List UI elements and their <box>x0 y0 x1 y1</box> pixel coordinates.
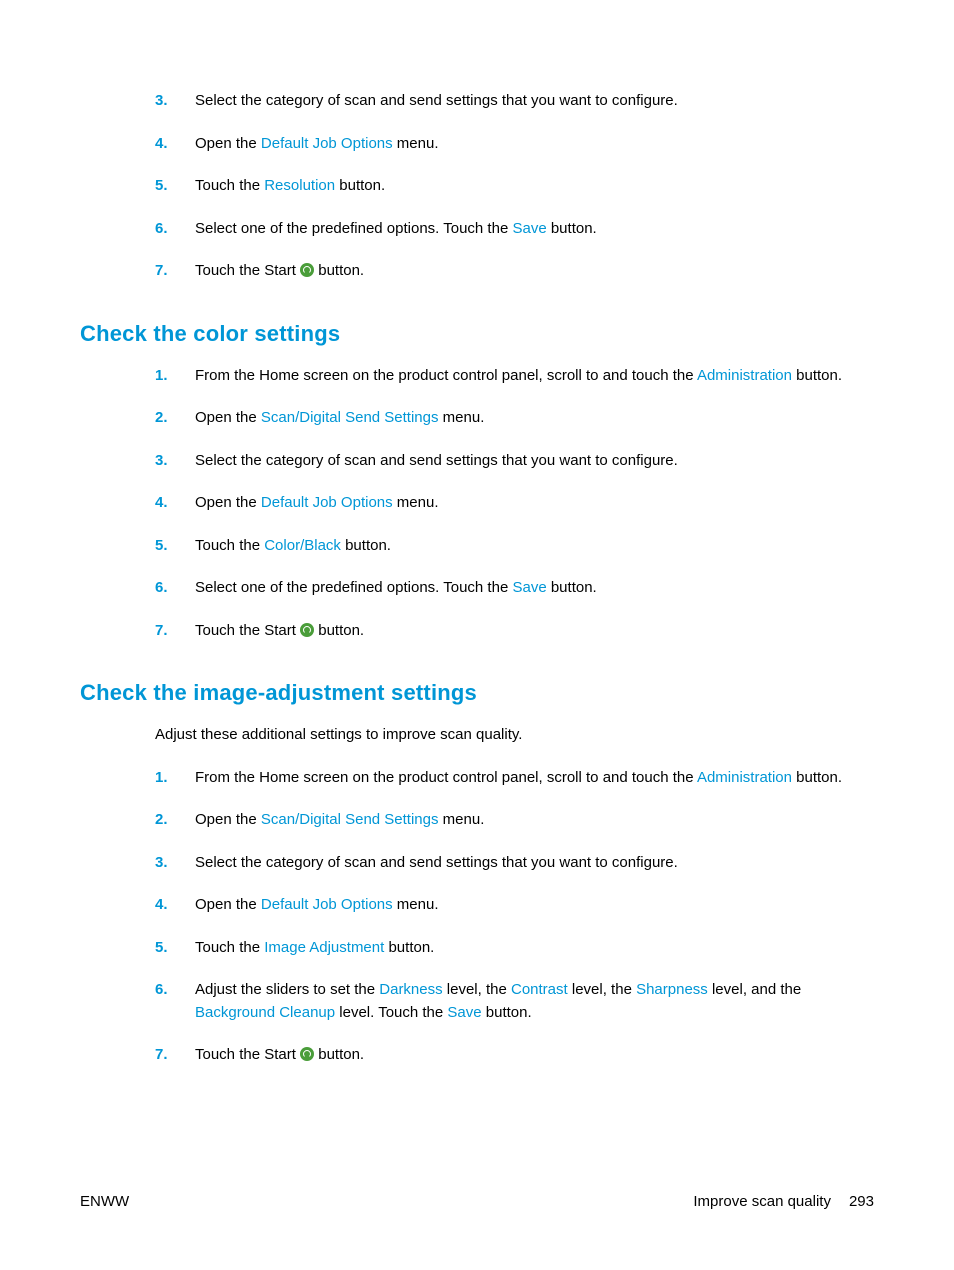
text: Open the <box>195 896 261 913</box>
list-item: Open the Default Job Options menu. <box>155 492 874 515</box>
text: Touch the <box>195 537 264 554</box>
list-item: Touch the Start button. <box>155 260 874 283</box>
ui-term: Save <box>512 220 546 237</box>
section0-list: Select the category of scan and send set… <box>155 90 874 283</box>
section2-intro: Adjust these additional settings to impr… <box>155 724 874 747</box>
text: Select the category of scan and send set… <box>195 452 678 469</box>
text: level, and the <box>708 981 801 998</box>
list-item: Open the Default Job Options menu. <box>155 133 874 156</box>
ui-term: Scan/Digital Send Settings <box>261 409 439 426</box>
text: Touch the Start <box>195 262 300 279</box>
text: menu. <box>439 409 485 426</box>
ui-term: Default Job Options <box>261 896 393 913</box>
list-item: Select one of the predefined options. To… <box>155 218 874 241</box>
list-item: Select the category of scan and send set… <box>155 90 874 113</box>
list-item: Touch the Image Adjustment button. <box>155 937 874 960</box>
text: menu. <box>393 494 439 511</box>
text: From the Home screen on the product cont… <box>195 769 697 786</box>
ui-term: Sharpness <box>636 981 708 998</box>
start-icon <box>300 1047 314 1061</box>
text: button. <box>314 1046 364 1063</box>
text: menu. <box>439 811 485 828</box>
text: Open the <box>195 811 261 828</box>
text: Open the <box>195 135 261 152</box>
list-item: Open the Default Job Options menu. <box>155 894 874 917</box>
section1-list: From the Home screen on the product cont… <box>155 365 874 643</box>
ui-term: Resolution <box>264 177 335 194</box>
ui-term: Contrast <box>511 981 568 998</box>
list-item: From the Home screen on the product cont… <box>155 767 874 790</box>
list-item: Touch the Start button. <box>155 1044 874 1067</box>
text: button. <box>341 537 391 554</box>
footer-section-title: Improve scan quality <box>693 1193 831 1210</box>
text: Select one of the predefined options. To… <box>195 220 512 237</box>
text: From the Home screen on the product cont… <box>195 367 697 384</box>
ui-term: Save <box>447 1004 481 1021</box>
text: Open the <box>195 409 261 426</box>
text: level, the <box>443 981 511 998</box>
text: menu. <box>393 135 439 152</box>
ui-term: Save <box>512 579 546 596</box>
list-item: Select one of the predefined options. To… <box>155 577 874 600</box>
section2-heading: Check the image-adjustment settings <box>80 680 874 706</box>
start-icon <box>300 623 314 637</box>
text: button. <box>482 1004 532 1021</box>
text: level. Touch the <box>335 1004 447 1021</box>
text: button. <box>314 622 364 639</box>
list-item: Touch the Start button. <box>155 620 874 643</box>
text: Touch the <box>195 939 264 956</box>
ui-term: Administration <box>697 769 792 786</box>
text: Touch the Start <box>195 622 300 639</box>
list-item: Select the category of scan and send set… <box>155 450 874 473</box>
ui-term: Darkness <box>379 981 442 998</box>
text: menu. <box>393 896 439 913</box>
ui-term: Administration <box>697 367 792 384</box>
ui-term: Background Cleanup <box>195 1004 335 1021</box>
text: button. <box>547 220 597 237</box>
ui-term: Default Job Options <box>261 494 393 511</box>
text: Touch the Start <box>195 1046 300 1063</box>
section1-heading: Check the color settings <box>80 321 874 347</box>
page-footer: ENWW Improve scan quality 293 <box>80 1193 874 1210</box>
footer-left: ENWW <box>80 1193 129 1210</box>
footer-page-number: 293 <box>849 1193 874 1210</box>
list-item: From the Home screen on the product cont… <box>155 365 874 388</box>
text: button. <box>384 939 434 956</box>
text: button. <box>547 579 597 596</box>
list-item: Adjust the sliders to set the Darkness l… <box>155 979 874 1024</box>
text: button. <box>792 367 842 384</box>
text: Select one of the predefined options. To… <box>195 579 512 596</box>
ui-term: Default Job Options <box>261 135 393 152</box>
list-item: Touch the Color/Black button. <box>155 535 874 558</box>
text: Touch the <box>195 177 264 194</box>
text: Open the <box>195 494 261 511</box>
ui-term: Image Adjustment <box>264 939 384 956</box>
text: button. <box>792 769 842 786</box>
text: level, the <box>568 981 636 998</box>
section2-list: From the Home screen on the product cont… <box>155 767 874 1067</box>
start-icon <box>300 263 314 277</box>
text: button. <box>314 262 364 279</box>
text: Select the category of scan and send set… <box>195 92 678 109</box>
text: Adjust the sliders to set the <box>195 981 379 998</box>
text: Select the category of scan and send set… <box>195 854 678 871</box>
list-item: Select the category of scan and send set… <box>155 852 874 875</box>
list-item: Open the Scan/Digital Send Settings menu… <box>155 407 874 430</box>
ui-term: Scan/Digital Send Settings <box>261 811 439 828</box>
list-item: Open the Scan/Digital Send Settings menu… <box>155 809 874 832</box>
list-item: Touch the Resolution button. <box>155 175 874 198</box>
ui-term: Color/Black <box>264 537 341 554</box>
text: button. <box>335 177 385 194</box>
